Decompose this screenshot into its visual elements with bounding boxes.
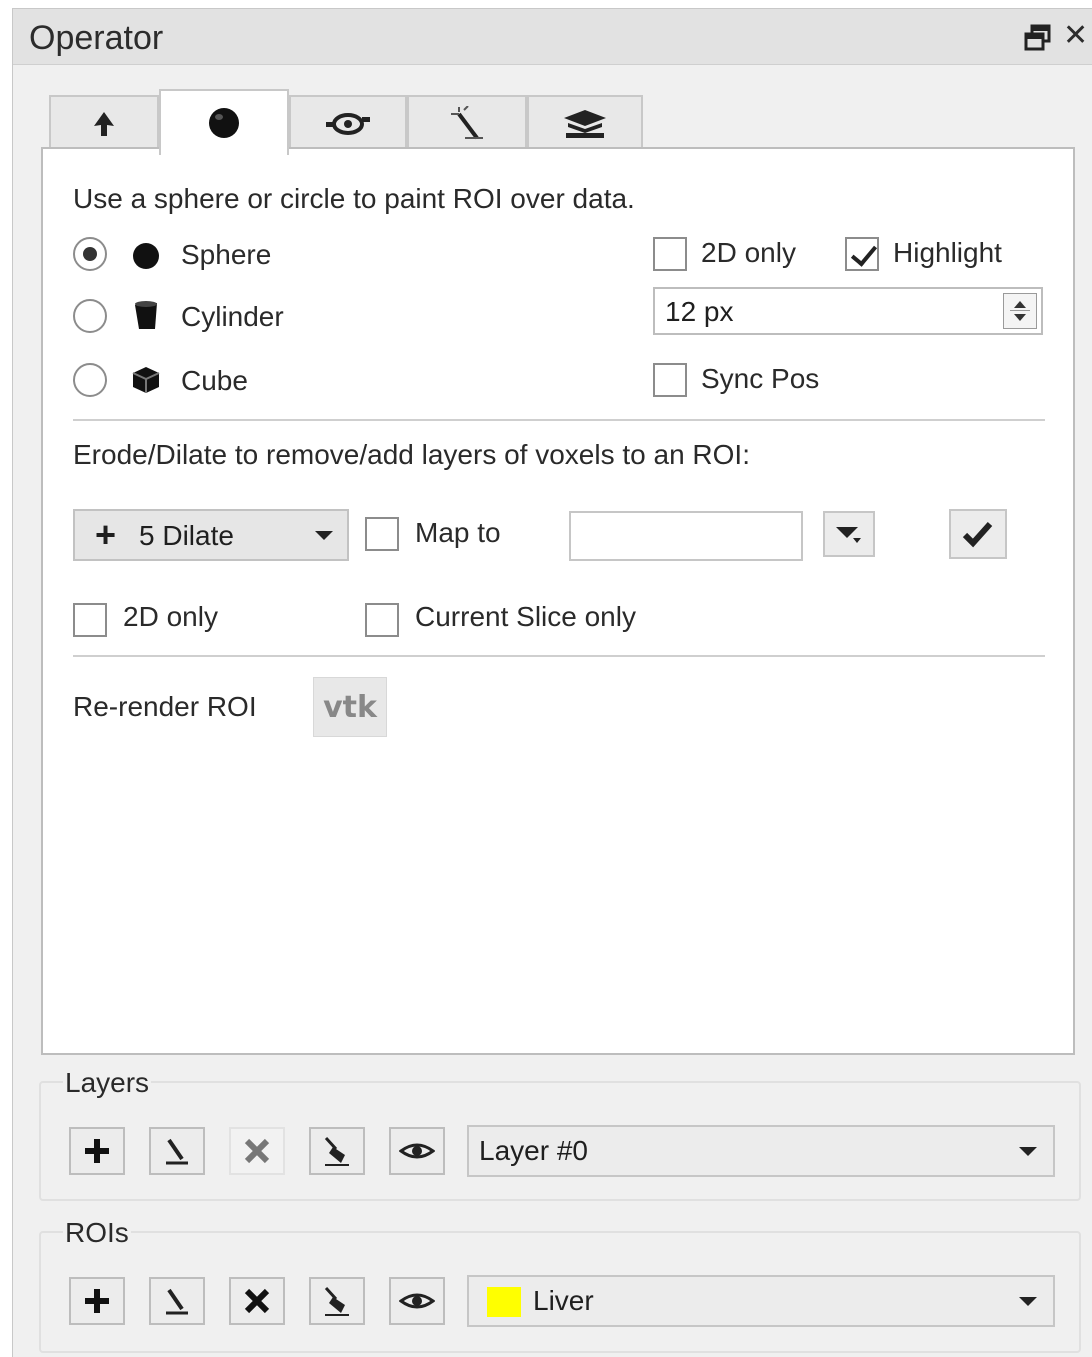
sync-pos-checkbox[interactable] (653, 363, 687, 397)
divider (73, 419, 1045, 421)
sync-pos-label: Sync Pos (701, 363, 820, 394)
current-slice-only-label: Current Slice only (415, 601, 636, 632)
paint-2d-only-checkbox[interactable] (653, 237, 687, 271)
sphere-brush-icon (209, 108, 239, 138)
tab-view[interactable] (289, 95, 407, 151)
highlight-label: Highlight (893, 237, 1002, 268)
clear-layer-button[interactable] (309, 1127, 365, 1175)
roi-select-value: Liver (533, 1285, 594, 1316)
rerender-label: Re-render ROI (73, 691, 257, 722)
highlight-checkbox[interactable] (845, 237, 879, 271)
layers-stack-icon (564, 110, 606, 138)
roi-color-swatch (487, 1287, 521, 1317)
chevron-down-icon (315, 531, 333, 540)
add-layer-button[interactable] (69, 1127, 125, 1175)
map-to-field[interactable] (569, 511, 803, 561)
plus-icon (85, 1139, 109, 1163)
plus-icon: + (95, 514, 117, 555)
edit-layer-button[interactable] (149, 1127, 205, 1175)
panel-titlebar: Operator ✕ (13, 9, 1092, 65)
delete-x-icon (244, 1138, 270, 1164)
cube-icon (132, 367, 160, 393)
erode-dilate-description: Erode/Dilate to remove/add layers of vox… (73, 439, 750, 470)
plus-icon (85, 1289, 109, 1313)
sphere-radio[interactable] (73, 237, 107, 271)
rois-title: ROIs (63, 1217, 131, 1249)
add-roi-button[interactable] (69, 1277, 125, 1325)
chevron-down-icon (1019, 1297, 1037, 1306)
clear-roi-button[interactable] (309, 1277, 365, 1325)
tab-navigate[interactable] (49, 95, 159, 151)
broom-icon (324, 1136, 349, 1166)
tab-paint[interactable] (159, 89, 289, 155)
panel-title: Operator (29, 19, 164, 57)
chevron-down-icon (1019, 1147, 1037, 1156)
magic-wand-icon (451, 106, 483, 140)
spin-arrows-icon[interactable] (1003, 293, 1037, 329)
checkmark-icon (962, 521, 993, 548)
divider (73, 655, 1045, 657)
pencil-icon (166, 1288, 188, 1315)
delete-roi-button[interactable] (229, 1277, 285, 1325)
delete-layer-button[interactable] (229, 1127, 285, 1175)
layer-select-value: Layer #0 (479, 1135, 588, 1166)
erode-2d-only-checkbox[interactable] (73, 603, 107, 637)
paint-2d-only-label: 2D only (701, 237, 796, 268)
current-slice-only-checkbox[interactable] (365, 603, 399, 637)
dilate-dropdown[interactable]: + 5 Dilate (73, 509, 349, 561)
cube-label: Cube (181, 365, 248, 396)
toggle-layer-visibility-button[interactable] (389, 1127, 445, 1175)
cylinder-radio[interactable] (73, 299, 107, 333)
tab-wand[interactable] (407, 95, 527, 151)
sphere-icon (133, 243, 159, 269)
eye-icon (399, 1143, 435, 1159)
dilate-label: 5 Dilate (139, 520, 234, 551)
arrow-pointer-icon (94, 112, 114, 136)
brush-size-spinbox[interactable]: 12 px (653, 287, 1043, 335)
eye-icon (399, 1293, 435, 1309)
map-to-checkbox[interactable] (365, 517, 399, 551)
dropdown-arrow-icon (836, 527, 861, 543)
close-icon[interactable]: ✕ (1063, 21, 1088, 51)
paint-description: Use a sphere or circle to paint ROI over… (73, 183, 635, 214)
map-to-menu-button[interactable] (823, 511, 875, 557)
layers-title: Layers (63, 1067, 152, 1099)
paint-tab-content: Use a sphere or circle to paint ROI over… (41, 147, 1075, 1055)
vtk-render-button[interactable]: vtk (313, 677, 387, 737)
delete-x-icon (244, 1288, 270, 1314)
apply-button[interactable] (949, 509, 1007, 559)
operator-panel: Operator ✕ Use a sphere or circle to pai… (12, 8, 1092, 1357)
erode-2d-only-label: 2D only (123, 601, 218, 632)
cube-radio[interactable] (73, 363, 107, 397)
vtk-label: vtk (323, 689, 377, 725)
broom-icon (324, 1286, 349, 1316)
brush-size-value: 12 px (665, 296, 734, 327)
edit-roi-button[interactable] (149, 1277, 205, 1325)
cylinder-icon (135, 301, 157, 329)
cylinder-label: Cylinder (181, 301, 284, 332)
toggle-roi-visibility-button[interactable] (389, 1277, 445, 1325)
sphere-label: Sphere (181, 239, 272, 270)
pencil-icon (166, 1138, 188, 1165)
map-to-label: Map to (415, 517, 501, 548)
eye-tool-icon (326, 113, 370, 135)
layer-select[interactable]: Layer #0 (467, 1125, 1055, 1177)
roi-select[interactable]: Liver (467, 1275, 1055, 1327)
float-window-icon[interactable] (1023, 23, 1053, 53)
tab-layers[interactable] (527, 95, 643, 151)
